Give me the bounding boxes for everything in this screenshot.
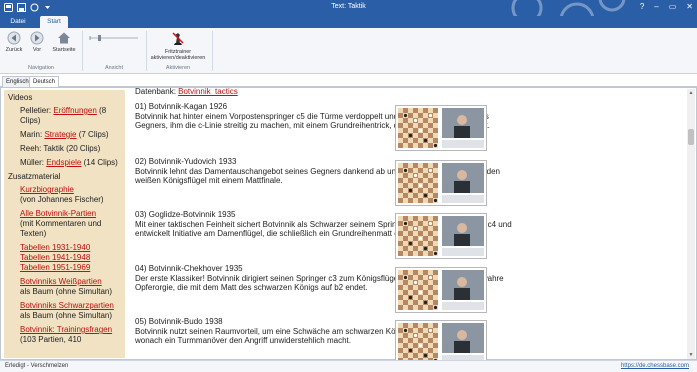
forward-button[interactable]: Vor [28,31,46,53]
extra-item-tables: Tabellen 1931-1940 Tabellen 1941-1948 Tabe… [20,243,123,273]
extra-item-biography: Kurzbiographie (von Johannes Fischer) [20,185,123,205]
clip-count: (14 Clips) [81,158,118,167]
clip-count: (7 Clips) [76,130,109,139]
extra-item-training: Botvinnik: Trainingsfragen (103 Partien, … [20,325,123,345]
back-button[interactable]: Zurück [4,31,24,53]
scroll-up-icon[interactable]: ▲ [687,89,695,97]
database-link[interactable]: Botvinnik_tactics [178,88,238,96]
video-thumbnail[interactable] [395,105,487,151]
forward-arrow-icon [30,31,44,45]
language-tabs: Englisch Deutsch [0,75,697,87]
status-text: Erledigt - Verschmelzen [5,363,69,369]
home-icon [58,32,70,44]
chessboard-thumbnail-icon [398,216,484,256]
link-training-questions[interactable]: Botvinnik: Trainingsfragen [20,325,112,334]
forward-label: Vor [32,47,42,53]
link-biography[interactable]: Kurzbiographie [20,185,74,194]
home-button[interactable]: Startseite [50,31,78,53]
extra-item-note: (mit Kommentaren und Texten) [20,219,102,238]
maximize-button[interactable]: ▭ [669,2,677,11]
videos-heading: Videos [8,93,33,102]
window-title: Text: Taktik [331,3,366,10]
chessboard-thumbnail-icon [398,270,484,310]
video-thumbnail[interactable] [395,213,487,259]
link-tables-1951-1969[interactable]: Tabellen 1951-1969 [20,263,90,272]
author: Reeh: Taktik (20 Clips) [20,144,101,153]
extra-item-black-games: Botvinniks Schwarzpartien als Baum (ohne … [20,301,123,321]
author: Marin: [20,130,45,139]
tab-german[interactable]: Deutsch [29,76,60,87]
back-label: Zurück [5,47,23,53]
link-openings[interactable]: Eröffnungen [53,106,96,115]
zoom-slider[interactable] [88,34,140,42]
fritztrainer-icon [172,32,184,45]
extra-item-all-games: Alle Botvinnik-Partien (mit Kommentaren u… [20,209,123,239]
tab-start[interactable]: Start [40,16,68,28]
video-thumbnail[interactable] [395,267,487,313]
link-tables-1941-1948[interactable]: Tabellen 1941-1948 [20,253,90,262]
group-label-view: Ansicht [104,65,124,71]
status-bar: Erledigt - Verschmelzen https://de.chess… [0,360,697,372]
group-label-activate: Aktivieren [165,65,191,71]
author: Pelletier: [20,106,54,115]
scroll-down-icon[interactable]: ▼ [687,351,695,359]
fritztrainer-label-line2: aktivieren/deaktivieren [150,55,206,61]
home-label: Startseite [52,47,76,53]
close-button[interactable]: ✕ [686,2,693,11]
sidebar: Videos Pelletier: Eröffnungen (8 Clips) … [4,90,125,358]
video-item-tactics: Reeh: Taktik (20 Clips) [20,144,123,154]
link-endgames[interactable]: Endspiele [46,158,81,167]
tab-file[interactable]: Datei [4,16,32,28]
video-item-endgames: Müller: Endspiele (14 Clips) [20,158,123,168]
extra-item-note: (von Johannes Fischer) [20,195,104,204]
back-arrow-icon [7,31,21,45]
database-line: Datenbank: Botvinnik_tactics [135,88,238,97]
text-view: Videos Pelletier: Eröffnungen (8 Clips) … [0,87,697,366]
minimize-button[interactable]: – [654,2,658,11]
title-bar: Text: Taktik ? – ▭ ✕ [0,0,697,16]
link-all-games[interactable]: Alle Botvinnik-Partien [20,209,96,218]
link-white-games[interactable]: Botvinniks Weißpartien [20,277,102,286]
extra-item-note: als Baum (ohne Simultan) [20,287,113,296]
chessboard-thumbnail-icon [398,323,484,363]
fritztrainer-toggle-button[interactable]: Fritztrainer aktivieren/deaktivieren [146,31,210,61]
author: Müller: [20,158,47,167]
video-thumbnail[interactable] [395,160,487,206]
ribbon-tab-row: Datei Start [0,16,697,28]
help-button[interactable]: ? [640,2,644,11]
chessboard-thumbnail-icon [398,108,484,148]
extra-item-white-games: Botvinniks Weißpartien als Baum (ohne Sim… [20,277,123,297]
video-item-openings: Pelletier: Eröffnungen (8 Clips) [20,106,123,126]
window-controls: ? – ▭ ✕ [640,2,693,11]
link-black-games[interactable]: Botvinniks Schwarzpartien [20,301,114,310]
group-label-navigation: Navigation [28,65,54,71]
link-tables-1931-1940[interactable]: Tabellen 1931-1940 [20,243,90,252]
group-separator [212,31,213,71]
database-prefix: Datenbank: [135,88,179,96]
scroll-thumb[interactable] [688,129,694,145]
extra-item-note: (103 Partien, 410 [20,335,82,344]
ribbon: Zurück Vor Startseite Navigation Ansicht… [0,28,697,74]
vertical-scrollbar[interactable]: ▲ ▼ [687,89,695,359]
chessboard-thumbnail-icon [398,163,484,203]
chessbase-link[interactable]: https://de.chessbase.com [621,361,689,372]
group-separator [82,31,83,71]
extra-item-note: als Baum (ohne Simultan) [20,311,113,320]
extra-material-heading: Zusatzmaterial [8,172,61,181]
video-item-strategy: Marin: Strategie (7 Clips) [20,130,123,140]
link-strategy[interactable]: Strategie [44,130,76,139]
